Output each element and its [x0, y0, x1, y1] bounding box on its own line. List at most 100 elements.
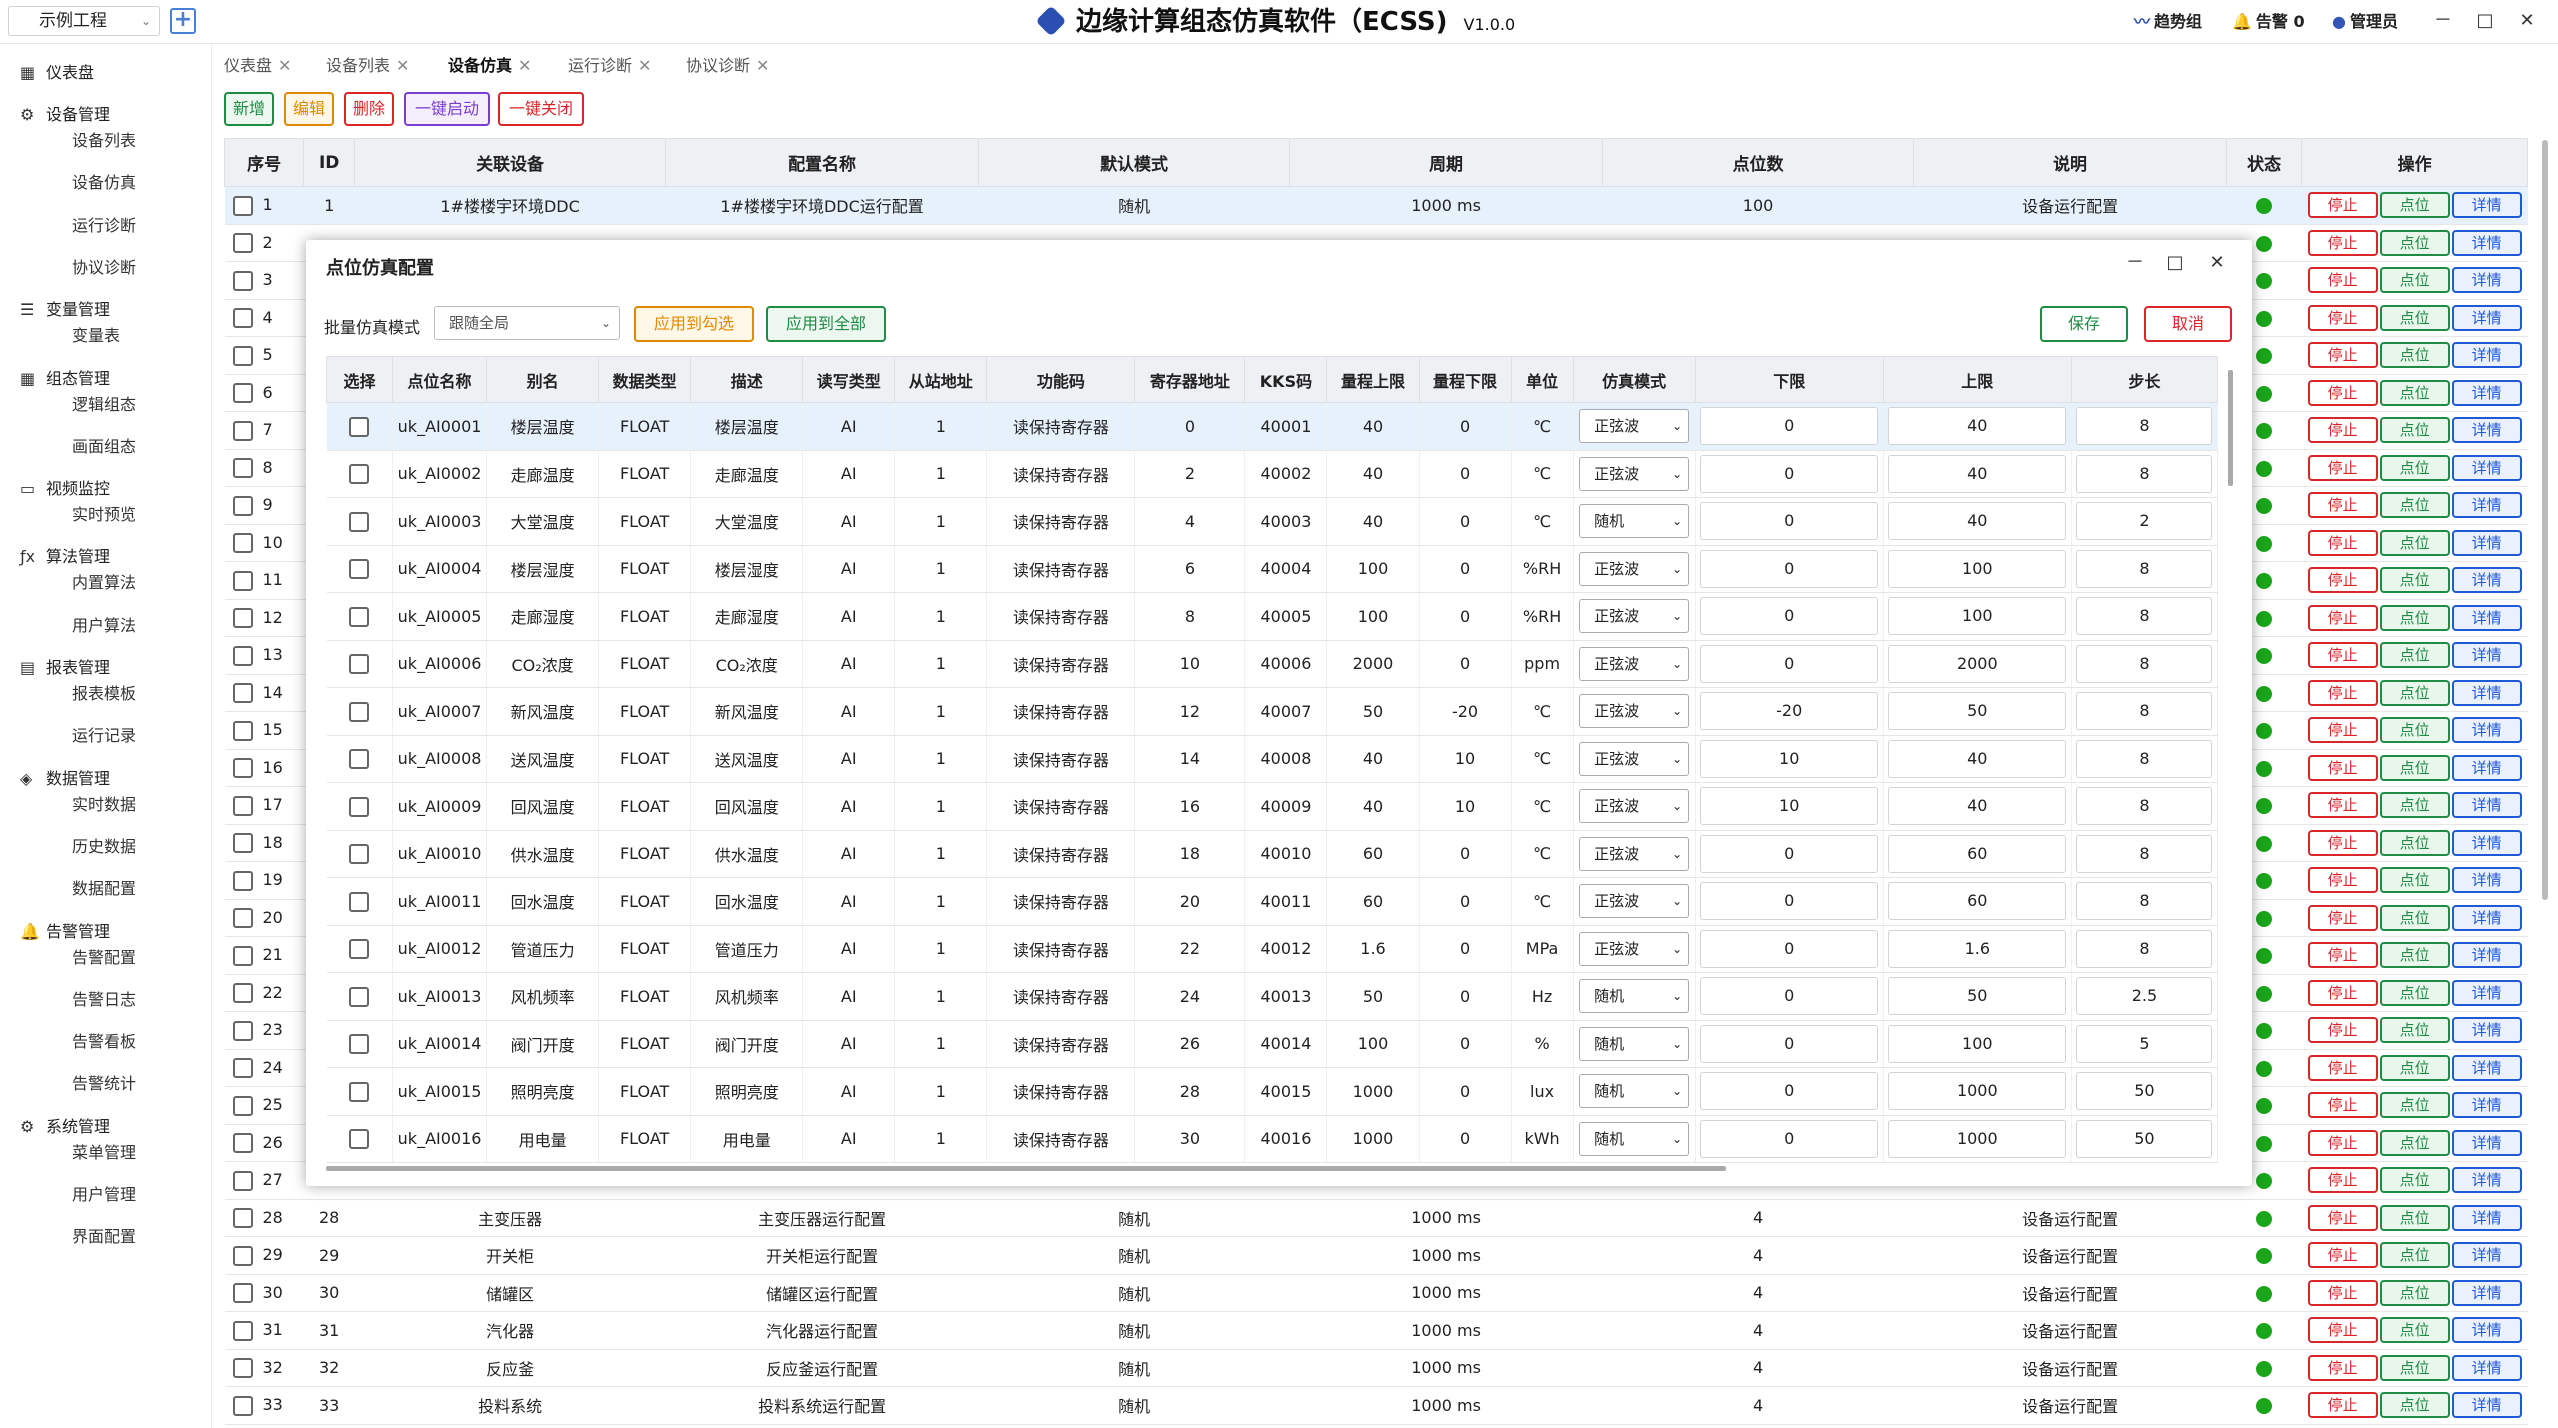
high-input[interactable]: 50	[1888, 977, 2067, 1016]
point-row[interactable]: uk_AI0016 用电量 FLOAT 用电量 AI 1 读保持寄存器 30 40016 1000…	[326, 1115, 2219, 1163]
high-input[interactable]: 40	[1888, 739, 2067, 778]
step-input[interactable]: 8	[2076, 739, 2213, 778]
high-input[interactable]: 40	[1888, 454, 2067, 493]
high-input[interactable]: 1.6	[1888, 929, 2067, 968]
point-checkbox[interactable]	[349, 654, 370, 674]
point-row[interactable]: uk_AI0011 回水温度 FLOAT 回水温度 AI 1 读保持寄存器 20 40011 60…	[326, 877, 2219, 926]
dialog-maximize-button[interactable]: □	[2158, 248, 2192, 278]
point-checkbox[interactable]	[349, 986, 370, 1007]
mode-select[interactable]: 正弦波 ⌄	[1579, 884, 1690, 919]
point-row[interactable]: uk_AI0015 照明亮度 FLOAT 照明亮度 AI 1 读保持寄存器 28 40015 10…	[326, 1067, 2219, 1116]
mode-select[interactable]: 随机 ⌄	[1579, 1121, 1690, 1156]
point-row[interactable]: uk_AI0009 回风温度 FLOAT 回风温度 AI 1 读保持寄存器 16 40009 40…	[326, 782, 2219, 831]
step-input[interactable]: 8	[2076, 692, 2213, 731]
mode-select[interactable]: 正弦波 ⌄	[1579, 789, 1690, 824]
mode-select[interactable]: 随机 ⌄	[1579, 504, 1690, 539]
mode-select[interactable]: 正弦波 ⌄	[1579, 409, 1690, 444]
high-input[interactable]: 100	[1888, 549, 2067, 588]
low-input[interactable]: 10	[1700, 739, 1879, 778]
low-input[interactable]: 0	[1700, 929, 1879, 968]
low-input[interactable]: -20	[1700, 692, 1879, 731]
point-row[interactable]: uk_AI0014 阀门开度 FLOAT 阀门开度 AI 1 读保持寄存器 26 40014 10…	[326, 1020, 2219, 1068]
point-row[interactable]: uk_AI0001 楼层温度 FLOAT 楼层温度 AI 1 读保持寄存器 0 40001 40 0…	[326, 402, 2219, 451]
high-input[interactable]: 60	[1888, 834, 2067, 873]
low-input[interactable]: 0	[1700, 882, 1879, 921]
apply-checked-button[interactable]: 应用到勾选	[634, 306, 754, 342]
mode-select[interactable]: 正弦波 ⌄	[1579, 931, 1690, 966]
point-row[interactable]: uk_AI0006 CO₂浓度 FLOAT CO₂浓度 AI 1 读保持寄存器 10 40006…	[326, 640, 2219, 688]
point-checkbox[interactable]	[349, 1081, 370, 1102]
point-row[interactable]: uk_AI0013 风机频率 FLOAT 风机频率 AI 1 读保持寄存器 24 40013 50…	[326, 972, 2219, 1021]
high-input[interactable]: 40	[1888, 407, 2067, 446]
dialog-scrollbar-horizontal[interactable]	[326, 1166, 1726, 1171]
point-checkbox[interactable]	[349, 844, 370, 864]
cancel-button[interactable]: 取消	[2144, 306, 2232, 342]
mode-select[interactable]: 正弦波 ⌄	[1579, 456, 1690, 491]
point-checkbox[interactable]	[349, 891, 370, 912]
point-checkbox[interactable]	[349, 464, 370, 484]
mode-select[interactable]: 随机 ⌄	[1579, 1074, 1690, 1109]
point-row[interactable]: uk_AI0003 大堂温度 FLOAT 大堂温度 AI 1 读保持寄存器 4 40003 40 0…	[326, 497, 2219, 546]
point-checkbox[interactable]	[349, 701, 370, 722]
step-input[interactable]: 8	[2076, 644, 2213, 683]
low-input[interactable]: 0	[1700, 1119, 1879, 1158]
step-input[interactable]: 8	[2076, 834, 2213, 873]
step-input[interactable]: 2.5	[2076, 977, 2213, 1016]
mode-select[interactable]: 正弦波 ⌄	[1579, 599, 1690, 634]
point-checkbox[interactable]	[349, 796, 370, 817]
save-button[interactable]: 保存	[2040, 306, 2128, 342]
point-row[interactable]: uk_AI0002 走廊温度 FLOAT 走廊温度 AI 1 读保持寄存器 2 40002 40 0…	[326, 450, 2219, 498]
step-input[interactable]: 50	[2076, 1119, 2213, 1158]
low-input[interactable]: 0	[1700, 597, 1879, 636]
step-input[interactable]: 8	[2076, 597, 2213, 636]
point-row[interactable]: uk_AI0010 供水温度 FLOAT 供水温度 AI 1 读保持寄存器 18 40010 60…	[326, 830, 2219, 878]
mode-select[interactable]: 正弦波 ⌄	[1579, 646, 1690, 681]
mode-select[interactable]: 随机 ⌄	[1579, 979, 1690, 1014]
low-input[interactable]: 0	[1700, 407, 1879, 446]
high-input[interactable]: 1000	[1888, 1119, 2067, 1158]
mode-select[interactable]: 正弦波 ⌄	[1579, 694, 1690, 729]
high-input[interactable]: 60	[1888, 882, 2067, 921]
low-input[interactable]: 0	[1700, 834, 1879, 873]
step-input[interactable]: 5	[2076, 1024, 2213, 1063]
low-input[interactable]: 0	[1700, 502, 1879, 541]
point-checkbox[interactable]	[349, 416, 370, 437]
step-input[interactable]: 8	[2076, 549, 2213, 588]
step-input[interactable]: 8	[2076, 407, 2213, 446]
point-checkbox[interactable]	[349, 1129, 370, 1149]
step-input[interactable]: 8	[2076, 787, 2213, 826]
high-input[interactable]: 100	[1888, 1024, 2067, 1063]
low-input[interactable]: 10	[1700, 787, 1879, 826]
high-input[interactable]: 40	[1888, 502, 2067, 541]
high-input[interactable]: 50	[1888, 692, 2067, 731]
batch-mode-select[interactable]: 跟随全局 ⌄	[434, 306, 620, 340]
low-input[interactable]: 0	[1700, 644, 1879, 683]
low-input[interactable]: 0	[1700, 549, 1879, 588]
dialog-minimize-button[interactable]: －	[2118, 248, 2152, 278]
mode-select[interactable]: 正弦波 ⌄	[1579, 836, 1690, 871]
low-input[interactable]: 0	[1700, 1072, 1879, 1111]
mode-select[interactable]: 随机 ⌄	[1579, 1026, 1690, 1061]
point-row[interactable]: uk_AI0012 管道压力 FLOAT 管道压力 AI 1 读保持寄存器 22 40012 1.…	[326, 925, 2219, 973]
point-checkbox[interactable]	[349, 749, 370, 769]
dialog-scrollbar-vertical[interactable]	[2228, 370, 2233, 486]
point-checkbox[interactable]	[349, 939, 370, 959]
point-row[interactable]: uk_AI0007 新风温度 FLOAT 新风温度 AI 1 读保持寄存器 12 40007 50…	[326, 687, 2219, 736]
low-input[interactable]: 0	[1700, 977, 1879, 1016]
apply-all-button[interactable]: 应用到全部	[766, 306, 886, 342]
point-checkbox[interactable]	[349, 511, 370, 532]
step-input[interactable]: 2	[2076, 502, 2213, 541]
mode-select[interactable]: 正弦波 ⌄	[1579, 551, 1690, 586]
step-input[interactable]: 50	[2076, 1072, 2213, 1111]
step-input[interactable]: 8	[2076, 882, 2213, 921]
point-row[interactable]: uk_AI0008 送风温度 FLOAT 送风温度 AI 1 读保持寄存器 14 40008 40…	[326, 735, 2219, 783]
low-input[interactable]: 0	[1700, 1024, 1879, 1063]
point-checkbox[interactable]	[349, 559, 370, 579]
point-checkbox[interactable]	[349, 606, 370, 627]
mode-select[interactable]: 正弦波 ⌄	[1579, 741, 1690, 776]
dialog-close-button[interactable]: ✕	[2200, 248, 2234, 278]
high-input[interactable]: 2000	[1888, 644, 2067, 683]
step-input[interactable]: 8	[2076, 929, 2213, 968]
point-checkbox[interactable]	[349, 1034, 370, 1054]
high-input[interactable]: 100	[1888, 597, 2067, 636]
